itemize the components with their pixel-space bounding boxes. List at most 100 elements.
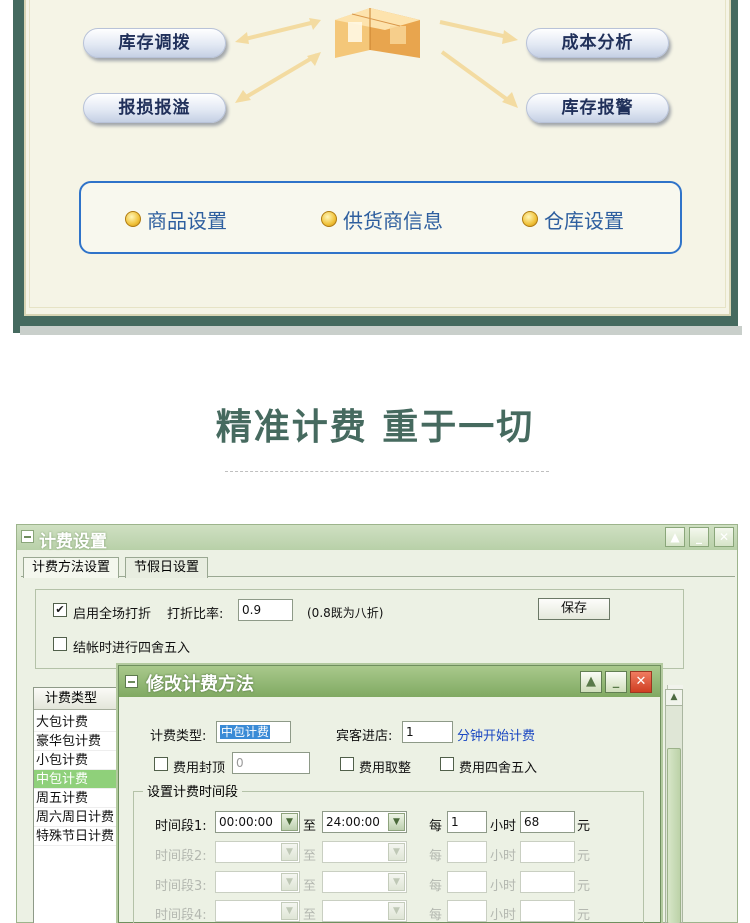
cost-cap-checkbox[interactable] [154,757,168,771]
list-item[interactable]: 小包计费 [34,751,124,770]
save-button[interactable]: 保存 [538,598,610,620]
supplier-info-link[interactable]: 供货商信息 [321,207,443,233]
chevron-down-icon[interactable]: ▼ [388,843,405,861]
period-1-end-select[interactable]: 24:00:00 ▼ [322,811,407,833]
period-4-price-input[interactable] [520,900,575,922]
arrow-right-upper-icon [439,20,518,44]
cost-cap-input[interactable]: 0 [232,752,310,774]
divider [225,471,549,472]
discount-hint: (0.8既为八折) [307,606,384,620]
list-item[interactable]: 大包计费 [34,713,124,732]
list-item-selected[interactable]: 中包计费 [34,770,124,789]
list-item[interactable]: 特殊节日计费 [34,827,124,846]
guest-entry-label: 宾客进店: [336,729,393,744]
period-1-label: 时间段1: [155,819,207,834]
cost-round-label: 费用取整 [359,761,412,776]
dialog-close-button[interactable]: ✕ [630,671,652,693]
period-4-hours-input[interactable] [447,900,487,922]
period-3-hours-input[interactable] [447,871,487,893]
period-2-per-label: 每 [429,849,443,864]
billing-type-list[interactable]: 计费类型 大包计费 豪华包计费 小包计费 中包计费 周五计费 周六周日计费 特殊… [33,687,125,923]
chevron-down-icon[interactable]: ▼ [281,873,298,891]
period-3-end-select[interactable]: ▼ [322,871,407,893]
enable-discount-checkbox[interactable]: ✔ [53,603,67,617]
period-3-price-input[interactable] [520,871,575,893]
loss-overflow-button[interactable]: 报损报溢 [83,93,226,123]
arrow-left-upper-icon [235,18,321,44]
bullet-icon [321,211,337,227]
tab-holidays[interactable]: 节假日设置 [125,557,209,578]
period-1-price-input[interactable]: 68 [520,811,575,833]
billing-type-label: 计费类型: [150,729,207,744]
edit-billing-method-dialog: 修改计费方法 ▲ _ ✕ 计费类型: 中包计费 宾客进店: 1 分钟开始计费 费… [118,665,661,923]
list-item[interactable]: 周五计费 [34,789,124,808]
tab-billing-method[interactable]: 计费方法设置 [23,557,120,578]
period-2-start-select[interactable]: ▼ [215,841,300,863]
period-1-end-value: 24:00:00 [326,815,380,829]
period-4-start-select[interactable]: ▼ [215,900,300,922]
cost-cap-label: 费用封顶 [173,761,226,776]
list-header: 计费类型 [34,688,124,710]
guest-entry-minutes-input[interactable]: 1 [402,721,453,743]
period-2-end-select[interactable]: ▼ [322,841,407,863]
dialog-minimize-button[interactable]: _ [605,671,627,693]
chevron-down-icon[interactable]: ▼ [388,902,405,920]
discount-rate-input[interactable]: 0.9 [238,599,293,621]
window-titlebar[interactable]: 计费设置 ▲ _ ✕ [17,525,737,552]
period-4-end-select[interactable]: ▼ [322,900,407,922]
scroll-up-button[interactable]: ▲ [665,527,685,547]
product-settings-link[interactable]: 商品设置 [125,207,227,233]
close-button[interactable]: ✕ [714,527,734,547]
cost-round-half-checkbox[interactable] [440,757,454,771]
supplier-info-label: 供货商信息 [343,208,443,233]
billing-type-input[interactable]: 中包计费 [216,721,291,743]
period-3-hour-unit: 小时 [490,879,517,894]
chevron-down-icon[interactable]: ▼ [281,813,298,831]
period-3-start-select[interactable]: ▼ [215,871,300,893]
chevron-down-icon[interactable]: ▼ [281,843,298,861]
warehouse-settings-link[interactable]: 仓库设置 [522,207,624,233]
tab-strip: 计费方法设置 节假日设置 [21,557,735,578]
period-1-hours-input[interactable]: 1 [447,811,487,833]
period-3-label: 时间段3: [155,879,207,894]
warehouse-boxes-icon [335,8,420,58]
scroll-thumb[interactable] [667,748,681,923]
chevron-down-icon[interactable]: ▼ [281,902,298,920]
inventory-transfer-button[interactable]: 库存调拨 [83,28,226,58]
period-2-hours-input[interactable] [447,841,487,863]
guest-entry-suffix: 分钟开始计费 [457,729,536,744]
dialog-scrollbar[interactable]: ▲ [665,689,683,923]
period-2-price-input[interactable] [520,841,575,863]
period-1-start-select[interactable]: 00:00:00 ▼ [215,811,300,833]
arrow-right-lower-icon [440,50,518,108]
scroll-up-arrow-icon[interactable]: ▲ [666,690,682,706]
period-4-yuan: 元 [577,908,591,923]
period-4-hour-unit: 小时 [490,908,517,923]
inventory-alert-button[interactable]: 库存报警 [526,93,669,123]
period-1-start-value: 00:00:00 [219,815,273,829]
round-on-checkout-checkbox[interactable] [53,637,67,651]
dialog-restore-button[interactable]: ▲ [580,671,602,693]
dialog-title: 修改计费方法 [146,674,254,695]
chevron-down-icon[interactable]: ▼ [388,813,405,831]
chevron-down-icon[interactable]: ▼ [388,873,405,891]
window-menu-icon[interactable] [21,530,34,543]
cost-analysis-button[interactable]: 成本分析 [526,28,669,58]
period-1-to-label: 至 [303,819,317,834]
dialog-menu-icon[interactable] [125,675,138,688]
cost-round-checkbox[interactable] [340,757,354,771]
dialog-titlebar[interactable]: 修改计费方法 ▲ _ ✕ [119,666,660,697]
round-on-checkout-label: 结帐时进行四舍五入 [73,641,191,656]
period-4-per-label: 每 [429,908,443,923]
period-2-hour-unit: 小时 [490,849,517,864]
minimize-button[interactable]: _ [689,527,709,547]
product-settings-label: 商品设置 [147,208,227,233]
settings-links-box: 商品设置 供货商信息 仓库设置 [79,181,682,254]
list-item[interactable]: 豪华包计费 [34,732,124,751]
period-1-hour-unit: 小时 [490,819,517,834]
time-period-legend: 设置计费时间段 [143,781,243,800]
period-2-label: 时间段2: [155,849,207,864]
discount-rate-label: 打折比率: [167,607,224,622]
period-1-per-label: 每 [429,819,443,834]
list-item[interactable]: 周六周日计费 [34,808,124,827]
